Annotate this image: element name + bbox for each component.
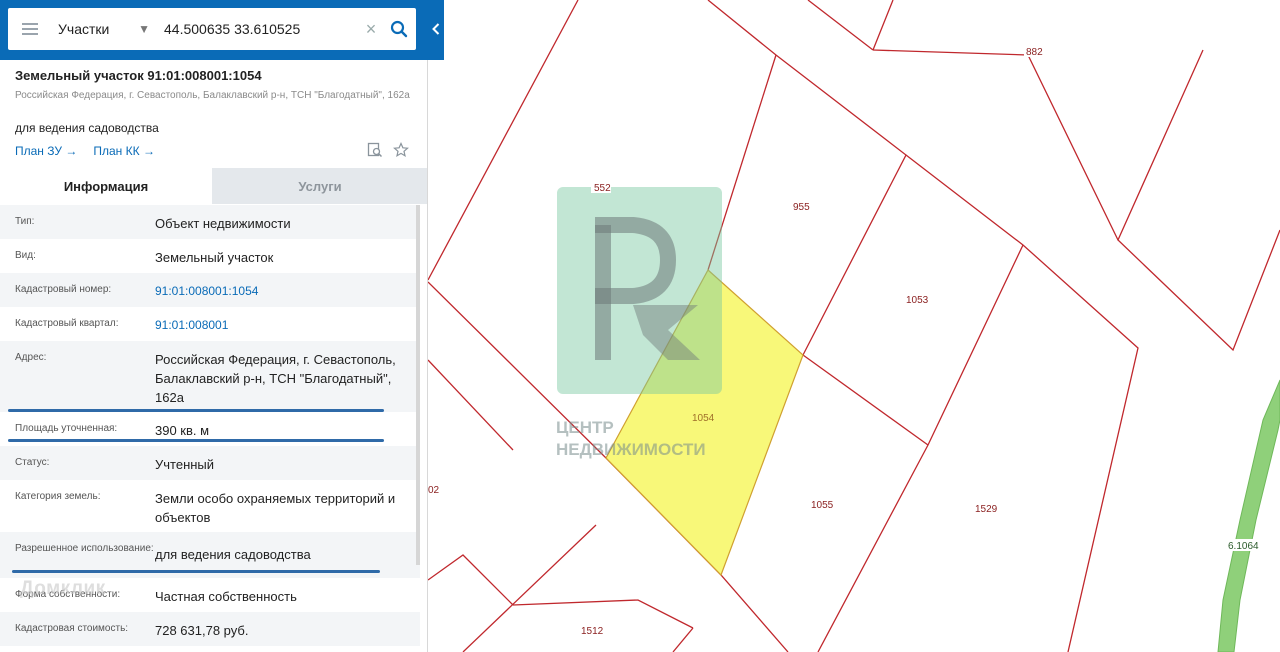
info-panel: Земельный участок 91:01:008001:1054 Росс… — [0, 0, 428, 652]
layer-select[interactable]: Участки ▼ — [52, 8, 156, 50]
search-box: Участки ▼ × — [8, 8, 416, 50]
menu-icon[interactable] — [8, 8, 52, 50]
plot-label-1512[interactable]: 1512 — [581, 626, 604, 637]
search-input[interactable] — [156, 8, 360, 50]
info-key: Адрес: — [15, 352, 47, 363]
chevron-down-icon: ▼ — [138, 22, 150, 36]
plan-kk-label: План КК — [93, 144, 140, 158]
panel-tabs: Информация Услуги — [0, 168, 427, 204]
clear-icon[interactable]: × — [360, 8, 382, 50]
search-icon — [390, 20, 408, 38]
plot-label-1053[interactable]: 1053 — [906, 295, 929, 306]
info-row-kind: Вид: Земельный участок — [0, 239, 420, 273]
cadastral-quarter-link[interactable]: 91:01:008001 — [155, 307, 420, 341]
plan-zu-link[interactable]: План ЗУ → — [15, 144, 77, 158]
plot-label-1055[interactable]: 1055 — [811, 500, 834, 511]
search-button[interactable] — [382, 8, 416, 50]
arrow-right-icon: → — [142, 144, 155, 158]
cadastral-map[interactable]: ЦЕНТР НЕДВИЖИМОСТИ 882 552 955 1053 1054… — [428, 0, 1280, 652]
app-window: ЦЕНТР НЕДВИЖИМОСТИ 882 552 955 1053 1054… — [0, 0, 1280, 652]
info-value: Земельный участок — [155, 250, 274, 265]
object-purpose: для ведения садоводства — [15, 121, 159, 135]
info-key: Статус: — [15, 457, 50, 468]
watermark-domclick: Домклик — [20, 578, 106, 599]
plot-label-552[interactable]: 552 — [594, 183, 611, 194]
watermark-line2: НЕДВИЖИМОСТИ — [556, 440, 706, 459]
info-value: Учтенный — [155, 457, 215, 472]
tab-info[interactable]: Информация — [0, 168, 212, 204]
plan-zu-label: План ЗУ — [15, 144, 62, 158]
plan-kk-link[interactable]: План КК → — [93, 144, 155, 158]
highlight-underline — [8, 439, 384, 442]
plot-boundaries — [428, 0, 1280, 652]
object-title: Земельный участок 91:01:008001:1054 — [15, 68, 262, 83]
info-row-land-category: Категория земель: Земли особо охраняемых… — [0, 480, 420, 532]
info-value: Объект недвижимости — [155, 216, 291, 231]
watermark-line1: ЦЕНТР — [556, 418, 614, 437]
info-key: Тип: — [15, 216, 35, 227]
info-key: Вид: — [15, 250, 36, 261]
info-value: 728 631,78 руб. — [155, 623, 249, 638]
info-key: Кадастровый номер: — [15, 284, 112, 295]
plot-label-882[interactable]: 882 — [1026, 47, 1043, 58]
info-row-cadastral-quarter: Кадастровый квартал: 91:01:008001 — [0, 307, 420, 341]
plot-label-1054[interactable]: 1054 — [692, 413, 715, 424]
plot-label-02[interactable]: 02 — [428, 485, 440, 496]
cadastral-number-link[interactable]: 91:01:008001:1054 — [155, 273, 420, 307]
search-header: Участки ▼ × — [0, 0, 444, 60]
chevron-left-icon — [432, 23, 440, 35]
info-row-address: Адрес: Российская Федерация, г. Севастоп… — [0, 341, 420, 412]
plan-links: План ЗУ → План КК → — [15, 144, 155, 158]
road-shape — [1217, 379, 1280, 652]
object-tools — [367, 142, 409, 163]
highlight-underline — [8, 409, 384, 412]
layer-select-value: Участки — [58, 21, 110, 37]
info-row-type: Тип: Объект недвижимости — [0, 205, 420, 239]
road-label[interactable]: 6.1064 — [1228, 541, 1259, 552]
tab-services[interactable]: Услуги — [212, 168, 427, 204]
star-icon[interactable] — [393, 142, 409, 163]
scrollbar-thumb[interactable] — [416, 205, 420, 565]
info-row-cadastral-value: Кадастровая стоимость: 728 631,78 руб. — [0, 612, 420, 646]
info-key: Кадастровая стоимость: — [15, 623, 129, 634]
info-value: Земли особо охраняемых территорий и объе… — [155, 491, 396, 525]
info-key: Категория земель: — [15, 491, 101, 502]
info-row-status: Статус: Учтенный — [0, 446, 420, 480]
object-address: Российская Федерация, г. Севастополь, Ба… — [15, 90, 410, 101]
map-view[interactable]: ЦЕНТР НЕДВИЖИМОСТИ 882 552 955 1053 1054… — [428, 0, 1280, 652]
info-value: Частная собственность — [155, 589, 297, 604]
plot-label-955[interactable]: 955 — [793, 202, 810, 213]
info-row-cadastral-number: Кадастровый номер: 91:01:008001:1054 — [0, 273, 420, 307]
highlight-underline — [12, 570, 380, 573]
arrow-right-icon: → — [65, 144, 78, 158]
info-value: Российская Федерация, г. Севастополь, Ба… — [155, 352, 396, 405]
scrollbar-track[interactable] — [420, 205, 427, 652]
plot-label-1529[interactable]: 1529 — [975, 504, 998, 515]
plot-labels: 882 552 955 1053 1054 1055 1529 1512 02 … — [428, 45, 1266, 637]
search-document-icon[interactable] — [367, 142, 383, 163]
info-key: Кадастровый квартал: — [15, 318, 119, 329]
collapse-panel-button[interactable] — [428, 8, 444, 50]
